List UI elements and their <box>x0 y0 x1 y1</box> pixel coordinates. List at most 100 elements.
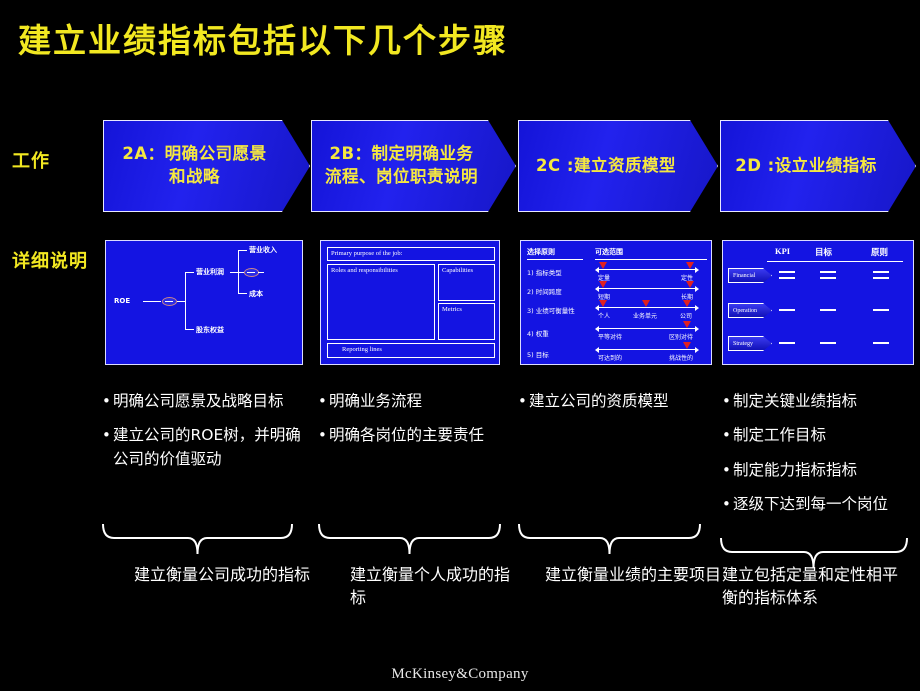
kpi-table: KPI 目标 原则 Financial Operation Strategy <box>723 241 913 364</box>
bullet-column-2c: • 建立公司的资质模型 <box>518 390 710 424</box>
criteria-endlabel-left-2: 个人 <box>598 313 611 320</box>
list-item: • 逐级下达到每一个岗位 <box>722 493 918 516</box>
detail-panel-roe-tree[interactable]: ROE 营业利润 股东权益 营业收入 成本 <box>105 240 303 365</box>
criteria-col-header-1: 可选范围 <box>595 247 707 260</box>
kpi-cell-dash <box>779 271 795 273</box>
summary-2c: 建立衡量业绩的主要项目 <box>545 565 722 584</box>
roe-level1-label-1: 股东权益 <box>196 326 224 334</box>
kpi-row-label: Financial <box>733 272 756 279</box>
criteria-marker <box>683 300 691 307</box>
step-banner-2d[interactable]: 2D :设立业绩指标 <box>720 120 916 212</box>
bullet-column-2d: • 制定关键业绩指标 • 制定工作目标 • 制定能力指标指标 • 逐级下达到每一… <box>722 390 918 527</box>
kpi-header-rule <box>767 261 903 262</box>
bullet-text: 明确业务流程 <box>329 392 423 410</box>
mckinsey-logo: McKinsey&Company <box>391 666 529 682</box>
kpi-cell-dash <box>779 277 795 279</box>
roe-tree-diagram: ROE 营业利润 股东权益 营业收入 成本 <box>106 241 302 364</box>
page-title: 建立业绩指标包括以下几个步骤 <box>18 21 508 60</box>
bullet-text: 建立公司的ROE树，并明确公司的价值驱动 <box>113 426 301 468</box>
bullet-dot-icon: • <box>518 392 527 410</box>
kpi-cell-dash <box>873 277 889 279</box>
criteria-row-label-2: 3) 业绩可衡量性 <box>527 307 575 315</box>
criteria-row-label-3: 4) 权重 <box>527 330 549 338</box>
kpi-row-chevron-financial[interactable]: Financial <box>728 268 772 283</box>
summary-2d: 建立包括定量和定性相平衡的指标体系 <box>722 565 899 608</box>
step-banner-2a[interactable]: 2A：明确公司愿景和战略 <box>103 120 310 212</box>
bullet-text: 明确公司愿景及战略目标 <box>113 392 284 410</box>
criteria-axis-1 <box>595 285 699 292</box>
criteria-scales-chart: 选择原则 可选范围 1) 指标类型 定量 定性 2) 时间跨度 短期 长期 3)… <box>521 241 711 364</box>
summary-2a: 建立衡量公司成功的指标 <box>134 565 311 584</box>
jd-roles-box: Roles and responsibilities <box>327 264 435 340</box>
bullet-dot-icon: • <box>722 392 731 410</box>
criteria-marker <box>599 281 607 288</box>
jd-metrics-box: Metrics <box>438 303 495 340</box>
criteria-marker <box>642 300 650 307</box>
kpi-col-header-0: KPI <box>775 246 791 256</box>
kpi-row-chevron-operation[interactable]: Operation <box>728 303 772 318</box>
bullet-dot-icon: • <box>722 426 731 445</box>
criteria-marker <box>599 262 607 269</box>
bullet-text: 制定关键业绩指标 <box>733 392 858 410</box>
tree-connector <box>238 250 247 251</box>
minus-operator-icon <box>244 268 259 277</box>
list-item: • 明确各岗位的主要责任 <box>318 424 513 447</box>
bullet-dot-icon: • <box>102 426 111 445</box>
list-item: • 建立公司的资质模型 <box>518 390 710 413</box>
kpi-row-label: Strategy <box>733 340 753 347</box>
step-banner-2c[interactable]: 2C :建立资质模型 <box>518 120 718 212</box>
kpi-cell-dash <box>779 342 795 344</box>
detail-panel-criteria-scales[interactable]: 选择原则 可选范围 1) 指标类型 定量 定性 2) 时间跨度 短期 长期 3)… <box>520 240 712 365</box>
kpi-cell-dash <box>873 309 889 311</box>
kpi-cell-dash <box>873 342 889 344</box>
tree-connector <box>185 272 194 273</box>
list-item: • 建立公司的ROE树，并明确公司的价值驱动 <box>102 424 316 471</box>
row-label-detail: 详细说明 <box>12 251 88 272</box>
bullet-column-2a: • 明确公司愿景及战略目标 • 建立公司的ROE树，并明确公司的价值驱动 <box>102 390 316 482</box>
criteria-axis-0 <box>595 266 699 273</box>
curly-brace-2c <box>518 523 701 555</box>
summary-2b: 建立衡量个人成功的指标 <box>350 565 511 608</box>
bullet-dot-icon: • <box>318 392 327 410</box>
kpi-cell-dash <box>779 309 795 311</box>
list-item: • 制定能力指标指标 <box>722 459 918 482</box>
bullet-text: 明确各岗位的主要责任 <box>329 426 485 445</box>
bullet-dot-icon: • <box>722 494 731 513</box>
bullet-text: 逐级下达到每一个岗位 <box>733 494 889 513</box>
kpi-row-label: Operation <box>733 307 757 314</box>
step-banner-2b[interactable]: 2B：制定明确业务流程、岗位职责说明 <box>311 120 516 212</box>
list-item: • 制定工作目标 <box>722 424 918 447</box>
tree-connector <box>177 300 185 302</box>
kpi-row-chevron-strategy[interactable]: Strategy <box>728 336 772 351</box>
list-item: • 明确公司愿景及战略目标 <box>102 390 316 413</box>
bullet-dot-icon: • <box>722 460 731 479</box>
kpi-cell-dash <box>820 342 836 344</box>
roe-root-label: ROE <box>114 297 131 305</box>
criteria-col-header-0: 选择原则 <box>527 247 583 260</box>
divide-operator-icon <box>162 297 177 306</box>
bullet-column-2b: • 明确业务流程 • 明确各岗位的主要责任 <box>318 390 513 459</box>
tree-bracket <box>238 250 239 294</box>
bullet-dot-icon: • <box>318 426 327 445</box>
bullet-text: 制定工作目标 <box>733 426 827 445</box>
jd-primary-purpose-box: Primary purpose of the job: <box>327 247 495 261</box>
tree-connector <box>258 271 264 273</box>
tree-connector <box>238 293 247 294</box>
criteria-row-label-1: 2) 时间跨度 <box>527 288 562 296</box>
detail-panel-kpi-table[interactable]: KPI 目标 原则 Financial Operation Strategy <box>722 240 914 365</box>
criteria-endlabel-right-3: 区别对待 <box>669 334 694 341</box>
tree-connector <box>185 329 194 330</box>
tree-bracket <box>185 272 186 330</box>
criteria-axis-2 <box>595 304 699 311</box>
criteria-axis-4 <box>595 346 699 353</box>
detail-panel-job-description[interactable]: Primary purpose of the job: Roles and re… <box>320 240 500 365</box>
criteria-marker <box>686 281 694 288</box>
criteria-row-label-4: 5) 目标 <box>527 351 549 359</box>
curly-brace-2a <box>102 523 293 555</box>
criteria-endlabel-mid-2: 业务单元 <box>633 313 658 320</box>
kpi-col-header-2: 原则 <box>871 247 889 257</box>
row-label-work: 工作 <box>12 151 50 172</box>
bullet-text: 建立公司的资质模型 <box>529 392 669 410</box>
step-banner-label: 2B：制定明确业务流程、岗位职责说明 <box>325 144 478 186</box>
list-item: • 明确业务流程 <box>318 390 513 413</box>
